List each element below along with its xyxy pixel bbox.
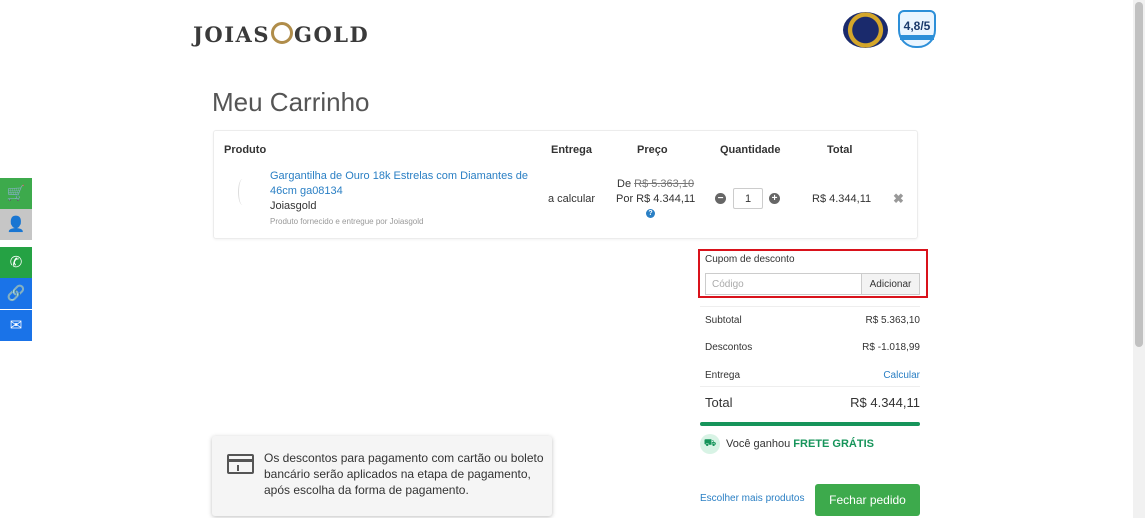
old-price-prefix: De [617,178,632,190]
calculate-delivery-link[interactable]: Calcular [883,370,920,381]
truck-icon: ⛟ [700,434,720,454]
trust-seal-icon [843,12,888,48]
free-shipping-bold: FRETE GRÁTIS [793,438,874,450]
sidebar-email-icon[interactable]: ✉ [0,310,32,341]
continue-shopping-link[interactable]: Escolher mais produtos [700,493,805,504]
coupon-add-button[interactable]: Adicionar [861,273,920,295]
total-label: Total [705,395,733,410]
old-price-value: R$ 5.363,10 [634,178,695,190]
total-value: R$ 4.344,11 [850,395,920,410]
delivery-row: Entrega Calcular [705,370,920,381]
line-total: R$ 4.344,11 [812,193,872,205]
quantity-input[interactable] [733,188,763,209]
sidebar-add-user-icon[interactable]: 👤 [0,209,32,240]
sidebar-cart-icon[interactable]: 🛒 [0,178,32,209]
delivery-label: Entrega [705,370,741,381]
subtotal-value: R$ 5.363,10 [865,315,921,326]
page-title: Meu Carrinho [212,87,370,117]
free-shipping-progress-bar [700,422,920,426]
coupon-code-input[interactable] [705,273,861,295]
coupon-label: Cupom de desconto [705,254,795,265]
scrollbar-thumb[interactable] [1135,2,1143,347]
header-delivery: Entrega [551,144,592,156]
old-price: De R$ 5.363,10 [617,178,694,190]
store-logo[interactable]: JOIAS GOLD [193,21,370,47]
checkout-button[interactable]: Fechar pedido [815,484,920,516]
discount-label: Descontos [705,342,753,353]
sidebar-whatsapp-icon[interactable]: ✆ [0,247,32,278]
logo-ring-icon [271,21,294,44]
delivery-status: a calcular [548,193,596,205]
rating-ribbon [900,34,934,40]
header-total: Total [827,144,853,156]
quantity-decrease-button[interactable]: − [715,193,726,204]
discount-row: Descontos R$ -1.018,99 [705,342,920,353]
summary-divider [700,386,920,387]
logo-text-left: JOIAS [193,22,271,47]
subtotal-row: Subtotal R$ 5.363,10 [705,315,920,326]
notice-text: Os descontos para pagamento com cartão o… [264,451,544,497]
summary-divider [700,306,920,307]
discount-value: R$ -1.018,99 [862,342,920,353]
payment-discount-notice: Os descontos para pagamento com cartão o… [212,436,552,516]
price-help-icon[interactable]: ? [646,209,655,218]
header-product: Produto [224,144,267,156]
total-row: Total R$ 4.344,11 [705,395,920,410]
cart-table: Produto Entrega Preço Quantidade Total G… [213,130,918,239]
credit-card-icon [227,454,254,474]
product-seller-note: Produto fornecido e entregue por Joiasgo… [270,217,424,226]
logo-text-right: GOLD [294,22,370,47]
free-shipping-message: Você ganhou FRETE GRÁTIS [726,438,874,450]
rating-badge: 4,8/5 [898,10,936,48]
header-price: Preço [637,144,668,156]
subtotal-label: Subtotal [705,315,742,326]
product-name-link[interactable]: Gargantilha de Ouro 18k Estrelas com Dia… [270,169,530,199]
header-quantity: Quantidade [720,144,781,156]
rating-value: 4,8/5 [903,18,931,33]
coupon-box: Cupom de desconto Adicionar [698,249,928,298]
remove-item-icon[interactable]: ✖ [893,191,904,207]
quantity-increase-button[interactable]: + [769,193,780,204]
product-brand: Joiasgold [270,200,317,212]
product-thumbnail[interactable] [232,179,252,209]
sidebar-share-link-icon[interactable]: 🔗 [0,278,32,309]
new-price: Por R$ 4.344,11 [616,193,696,205]
page-scrollbar[interactable] [1133,0,1145,518]
free-shipping-prefix: Você ganhou [726,438,791,450]
